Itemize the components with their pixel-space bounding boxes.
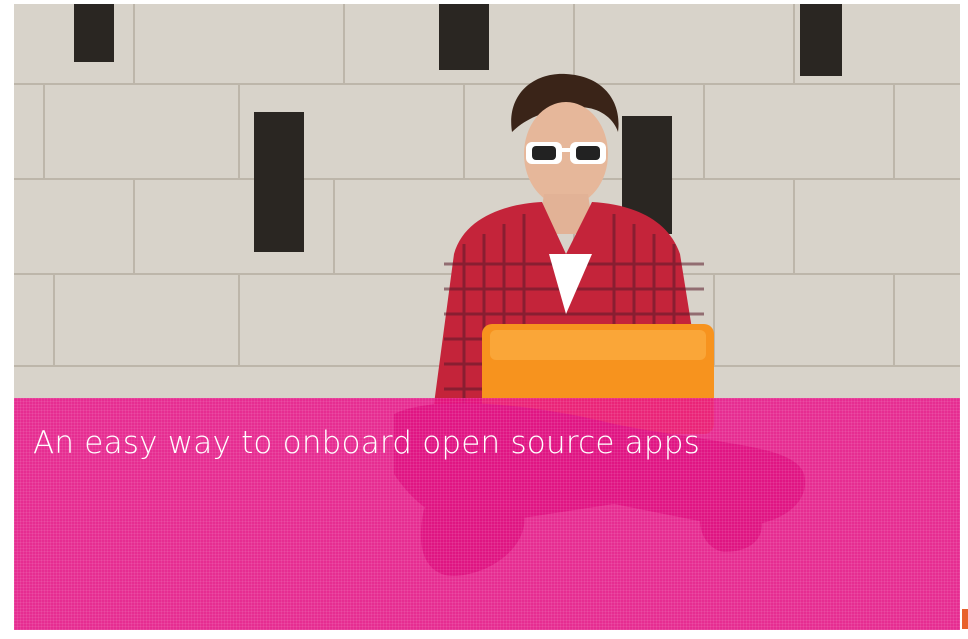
hero-frame: An easy way to onboard open source apps (0, 0, 968, 639)
laptop-highlight (490, 330, 706, 360)
hero-headline: An easy way to onboard open source apps (33, 425, 700, 461)
hero-photo (14, 4, 960, 630)
edge-accent (962, 609, 968, 629)
